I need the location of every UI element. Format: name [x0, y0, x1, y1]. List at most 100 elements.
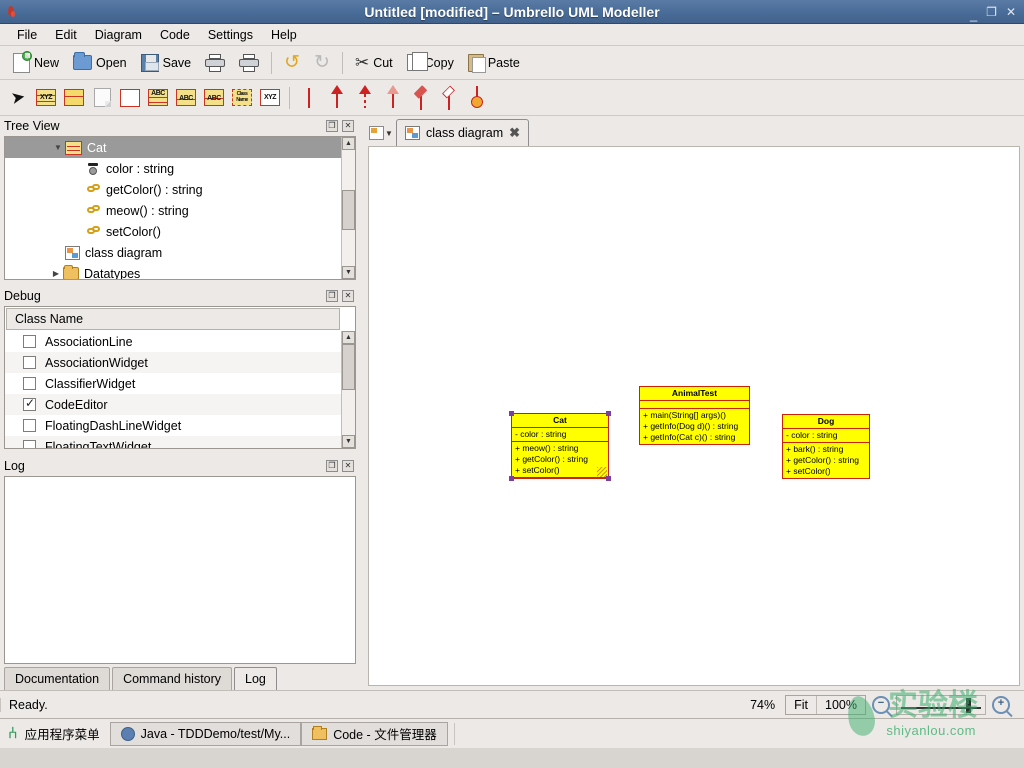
tree-item-color-attribute[interactable]: color : string: [5, 158, 341, 179]
selection-handle[interactable]: [606, 476, 611, 481]
tree-item-setcolor-operation[interactable]: setColor(): [5, 221, 341, 242]
checkbox[interactable]: [23, 377, 36, 390]
scrollbar-track[interactable]: [342, 344, 355, 435]
new-diagram-button[interactable]: ▼: [366, 121, 396, 145]
zoom-100-button[interactable]: 100%: [816, 695, 865, 714]
menu-file[interactable]: File: [8, 26, 46, 44]
debug-class-list[interactable]: AssociationLine AssociationWidget Classi…: [5, 331, 341, 448]
tab-documentation[interactable]: Documentation: [4, 667, 111, 690]
scrollbar-thumb[interactable]: [342, 344, 355, 390]
realization-tool[interactable]: [379, 83, 407, 113]
menu-help[interactable]: Help: [262, 26, 306, 44]
save-button[interactable]: Save: [134, 49, 199, 77]
uml-class-widget-animaltest[interactable]: AnimalTest + main(String[] args)() + get…: [639, 386, 750, 445]
tree-view-float-button[interactable]: ❐: [326, 120, 338, 132]
print-button[interactable]: [198, 49, 232, 77]
tree-view-close-button[interactable]: ✕: [342, 120, 354, 132]
selection-handle[interactable]: [606, 411, 611, 416]
menu-settings[interactable]: Settings: [199, 26, 262, 44]
log-panel-float-button[interactable]: ❐: [326, 460, 338, 472]
table-row[interactable]: FloatingTextWidget: [5, 436, 341, 448]
uml-class-widget-dog[interactable]: Dog - color : string + bark() : string +…: [782, 414, 870, 479]
table-row[interactable]: AssociationLine: [5, 331, 341, 352]
tree-item-class-diagram[interactable]: class diagram: [5, 242, 341, 263]
zoom-slider[interactable]: [896, 694, 986, 715]
diagram-canvas[interactable]: Cat - color : string + meow() : string +…: [368, 146, 1020, 686]
chevron-down-icon[interactable]: ▼: [385, 129, 393, 138]
tree-view-scrollbar[interactable]: ▲ ▼: [341, 137, 355, 279]
class-tool[interactable]: XYZ: [32, 83, 60, 113]
tree-item-meow-operation[interactable]: meow() : string: [5, 200, 341, 221]
selection-handle[interactable]: [509, 476, 514, 481]
zoom-fit-button[interactable]: Fit: [786, 696, 816, 714]
maximize-button[interactable]: ❐: [986, 6, 997, 18]
package-tool[interactable]: [60, 83, 88, 113]
select-tool[interactable]: ➤: [4, 83, 32, 113]
chevron-down-icon[interactable]: ▼: [51, 143, 65, 152]
open-button[interactable]: Open: [66, 49, 134, 77]
selection-handle[interactable]: [509, 411, 514, 416]
scrollbar-thumb[interactable]: [342, 190, 355, 230]
checkbox[interactable]: [23, 419, 36, 432]
log-panel-close-button[interactable]: ✕: [342, 460, 354, 472]
association-tool[interactable]: [295, 83, 323, 113]
cut-button[interactable]: ✂ Cut: [348, 49, 400, 77]
tree-item-cat[interactable]: ▼ Cat: [5, 137, 341, 158]
close-icon[interactable]: ✖: [509, 125, 520, 141]
chevron-right-icon[interactable]: ▶: [49, 269, 63, 278]
checkbox[interactable]: [23, 440, 36, 448]
dependency-tool[interactable]: [351, 83, 379, 113]
tree-item-datatypes[interactable]: ▶ Datatypes: [5, 263, 341, 279]
copy-button[interactable]: Copy: [400, 49, 461, 77]
scroll-down-button[interactable]: ▼: [342, 435, 355, 448]
table-row[interactable]: FloatingDashLineWidget: [5, 415, 341, 436]
datatype-tool[interactable]: ABC: [172, 83, 200, 113]
composition-tool[interactable]: [407, 83, 435, 113]
zoom-in-icon[interactable]: +: [992, 695, 1010, 714]
table-row[interactable]: CodeEditor: [5, 394, 341, 415]
box-tool[interactable]: [116, 83, 144, 113]
note-tool[interactable]: [88, 83, 116, 113]
close-button[interactable]: ✕: [1006, 6, 1016, 18]
log-text-area[interactable]: [5, 477, 355, 663]
table-row[interactable]: ClassifierWidget: [5, 373, 341, 394]
menu-diagram[interactable]: Diagram: [86, 26, 151, 44]
tab-log[interactable]: Log: [234, 667, 277, 690]
debug-panel-float-button[interactable]: ❐: [326, 290, 338, 302]
checkbox[interactable]: [23, 335, 36, 348]
scroll-up-button[interactable]: ▲: [342, 331, 355, 344]
checkbox[interactable]: [23, 396, 36, 411]
debug-panel-close-button[interactable]: ✕: [342, 290, 354, 302]
print-preview-button[interactable]: [232, 49, 266, 77]
tab-command-history[interactable]: Command history: [112, 667, 233, 690]
enum-tool[interactable]: ABC: [200, 83, 228, 113]
new-button[interactable]: + New: [6, 49, 66, 77]
taskbar-item-code[interactable]: Code - 文件管理器: [301, 721, 448, 746]
checkbox[interactable]: [23, 356, 36, 369]
minimize-button[interactable]: _: [970, 8, 977, 21]
containment-tool[interactable]: [463, 83, 491, 113]
debug-scrollbar[interactable]: ▲ ▼: [341, 331, 355, 448]
scrollbar-track[interactable]: [342, 150, 355, 266]
zoom-out-icon[interactable]: −: [872, 695, 890, 714]
tree-item-getcolor-operation[interactable]: getColor() : string: [5, 179, 341, 200]
menu-code[interactable]: Code: [151, 26, 199, 44]
entity-tool[interactable]: Class Name: [228, 83, 256, 113]
tree-view-list[interactable]: ▼ Cat color : string getColor() : string…: [5, 137, 341, 279]
uml-class-widget-cat[interactable]: Cat - color : string + meow() : string +…: [509, 411, 611, 481]
category-tool[interactable]: XYZ: [256, 83, 284, 113]
paste-button[interactable]: Paste: [461, 49, 527, 77]
redo-button[interactable]: ↻: [307, 49, 337, 77]
scroll-up-button[interactable]: ▲: [342, 137, 355, 150]
start-menu-button[interactable]: ⑃ 应用程序菜单: [0, 724, 110, 743]
undo-button[interactable]: ↺: [277, 49, 307, 77]
tab-class-diagram[interactable]: class diagram ✖: [396, 119, 530, 146]
table-row[interactable]: AssociationWidget: [5, 352, 341, 373]
menu-edit[interactable]: Edit: [46, 26, 86, 44]
scroll-down-button[interactable]: ▼: [342, 266, 355, 279]
generalization-tool[interactable]: [323, 83, 351, 113]
interface-tool[interactable]: ABC: [144, 83, 172, 113]
aggregation-tool[interactable]: [435, 83, 463, 113]
debug-column-header[interactable]: Class Name: [6, 308, 340, 330]
taskbar-item-java[interactable]: Java - TDDDemo/test/My...: [109, 721, 302, 746]
